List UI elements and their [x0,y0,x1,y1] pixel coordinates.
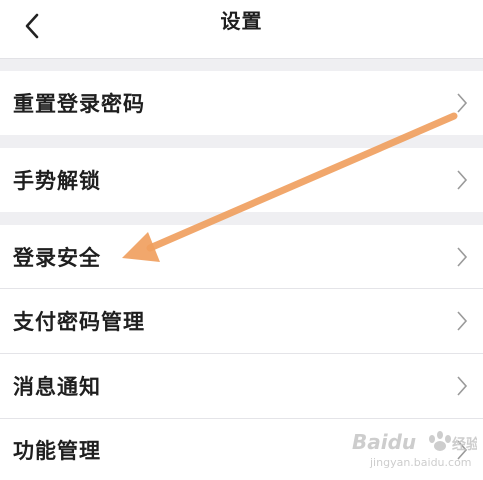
page-title: 设置 [220,9,263,33]
settings-item-label: 登录安全 [13,245,101,270]
settings-item-label: 重置登录密码 [13,92,145,116]
settings-item-label: 消息通知 [13,375,101,399]
chevron-right-icon [457,311,468,331]
chevron-right-icon [457,246,468,267]
settings-item-label: 手势解锁 [13,169,101,193]
settings-item-notifications[interactable]: 消息通知 [0,354,483,418]
top-bar: 设置 [0,0,483,59]
settings-item-label: 功能管理 [13,438,101,463]
settings-item-login-security[interactable]: 登录安全 [0,225,483,288]
settings-item-feature-management[interactable]: 功能管理 [0,419,483,480]
chevron-right-icon [457,376,468,396]
chevron-right-icon [457,93,468,113]
settings-item-label: 支付密码管理 [13,310,145,334]
chevron-right-icon [457,170,468,190]
settings-item-payment-password[interactable]: 支付密码管理 [0,289,483,353]
chevron-right-icon [457,439,468,460]
settings-item-gesture-unlock[interactable]: 手势解锁 [0,148,483,212]
settings-item-reset-login-password[interactable]: 重置登录密码 [0,71,483,135]
